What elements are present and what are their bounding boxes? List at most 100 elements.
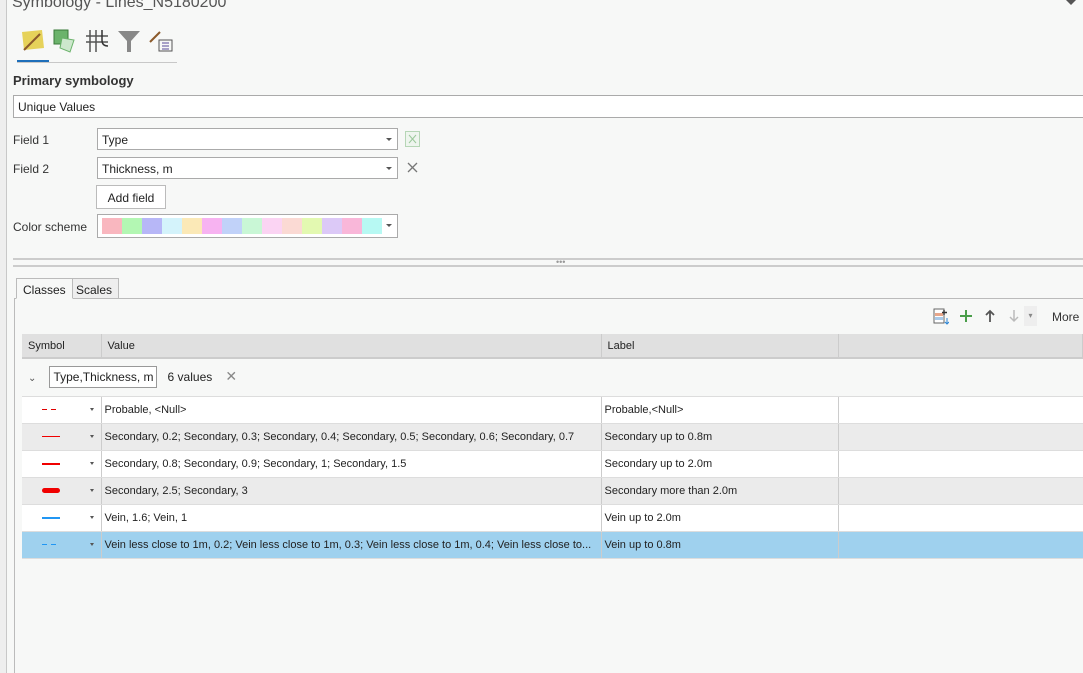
empty-cell xyxy=(838,477,1083,505)
symbol-cell[interactable] xyxy=(22,531,102,559)
table-row[interactable]: Probable, <Null> Probable,<Null> xyxy=(22,396,1083,424)
line-symbol-icon xyxy=(42,409,60,410)
field1-label: Field 1 xyxy=(13,133,50,147)
color-swatch xyxy=(102,218,122,234)
color-swatch xyxy=(362,218,382,234)
chevron-down-icon[interactable] xyxy=(90,488,94,492)
splitter[interactable] xyxy=(13,258,1083,260)
color-swatch xyxy=(122,218,142,234)
line-symbol-icon xyxy=(42,516,60,519)
empty-cell xyxy=(838,423,1083,451)
color-swatch xyxy=(282,218,302,234)
table-row[interactable]: Vein, 1.6; Vein, 1 Vein up to 2.0m xyxy=(22,504,1083,532)
empty-cell xyxy=(838,396,1083,424)
pane-title: Symbology - Lines_N5180200 xyxy=(12,0,227,11)
field2-label: Field 2 xyxy=(13,162,50,176)
group-value-count: 6 values xyxy=(167,370,213,385)
value-cell[interactable]: Secondary, 0.2; Secondary, 0.3; Secondar… xyxy=(101,423,602,451)
primary-symbology-icon[interactable] xyxy=(20,28,46,54)
value-cell[interactable]: Vein less close to 1m, 0.2; Vein less cl… xyxy=(101,531,602,559)
color-swatch xyxy=(302,218,322,234)
move-up-icon[interactable] xyxy=(984,309,996,323)
classes-table: Symbol Value Label ⌄ Type,Thickness, m 6… xyxy=(22,334,1083,559)
color-swatch xyxy=(322,218,342,234)
field1-value: Type xyxy=(102,133,129,147)
column-header-value[interactable]: Value xyxy=(101,334,602,359)
field1-dropdown[interactable]: Type xyxy=(97,128,398,150)
splitter-grip-icon[interactable]: ••• xyxy=(556,258,565,267)
chevron-down-icon[interactable] xyxy=(90,542,94,546)
add-class-icon[interactable] xyxy=(959,309,973,323)
symbol-cell[interactable] xyxy=(22,504,102,532)
label-cell[interactable]: Probable,<Null> xyxy=(601,396,839,424)
symbol-cell[interactable] xyxy=(22,450,102,478)
label-cell[interactable]: Secondary up to 0.8m xyxy=(601,423,839,451)
column-header-symbol[interactable]: Symbol xyxy=(22,334,102,359)
collapse-chevron-icon[interactable]: ⌄ xyxy=(28,373,36,384)
label-cell[interactable]: Secondary more than 2.0m xyxy=(601,477,839,505)
symbol-cell[interactable] xyxy=(22,423,102,451)
label-cell[interactable]: Secondary up to 2.0m xyxy=(601,450,839,478)
color-swatch xyxy=(262,218,282,234)
column-header-empty xyxy=(838,334,1083,359)
chevron-down-icon[interactable] xyxy=(90,515,94,519)
color-scheme-dropdown[interactable] xyxy=(97,214,398,238)
color-swatch xyxy=(162,218,182,234)
color-swatch xyxy=(222,218,242,234)
primary-symbology-heading: Primary symbology xyxy=(13,73,134,88)
color-ramp xyxy=(102,218,382,237)
table-row[interactable]: Secondary, 0.8; Secondary, 0.9; Secondar… xyxy=(22,450,1083,478)
value-cell[interactable]: Vein, 1.6; Vein, 1 xyxy=(101,504,602,532)
empty-cell xyxy=(838,450,1083,478)
symbol-cell[interactable] xyxy=(22,477,102,505)
field2-value: Thickness, m xyxy=(102,162,173,176)
pane-options-icon[interactable] xyxy=(1066,0,1076,5)
tab-classes[interactable]: Classes xyxy=(16,278,73,299)
group-row: ⌄ Type,Thickness, m 6 values ✕ xyxy=(22,358,1083,397)
table-row[interactable]: Secondary, 0.2; Secondary, 0.3; Secondar… xyxy=(22,423,1083,451)
line-symbol-icon xyxy=(42,488,60,493)
color-swatch xyxy=(142,218,162,234)
tab-scales[interactable]: Scales xyxy=(69,278,120,299)
label-classes-icon[interactable] xyxy=(148,28,174,54)
column-header-label[interactable]: Label xyxy=(601,334,839,359)
move-down-icon[interactable] xyxy=(1008,309,1020,323)
table-row[interactable]: Vein less close to 1m, 0.2; Vein less cl… xyxy=(22,531,1083,559)
empty-cell xyxy=(838,504,1083,532)
expression-icon[interactable] xyxy=(405,131,420,147)
chevron-down-icon xyxy=(386,224,392,227)
color-swatch xyxy=(342,218,362,234)
remove-field-icon[interactable] xyxy=(407,162,418,173)
empty-cell xyxy=(838,531,1083,559)
symbol-layer-drawing-icon[interactable] xyxy=(84,28,110,54)
chevron-down-icon[interactable] xyxy=(90,461,94,465)
line-symbol-icon xyxy=(42,544,60,545)
vary-symbology-icon[interactable] xyxy=(52,28,78,54)
group-field-box[interactable]: Type,Thickness, m xyxy=(49,366,158,389)
value-cell[interactable]: Secondary, 2.5; Secondary, 3 xyxy=(101,477,602,505)
field2-dropdown[interactable]: Thickness, m xyxy=(97,157,398,179)
pane-edge xyxy=(0,0,7,673)
remove-group-icon[interactable]: ✕ xyxy=(225,368,237,384)
chevron-down-icon[interactable] xyxy=(90,407,94,411)
label-cell[interactable]: Vein up to 2.0m xyxy=(601,504,839,532)
color-swatch xyxy=(242,218,262,234)
add-field-button[interactable]: Add field xyxy=(96,185,166,209)
symbol-cell[interactable] xyxy=(22,396,102,424)
table-row[interactable]: Secondary, 2.5; Secondary, 3 Secondary m… xyxy=(22,477,1083,505)
more-button[interactable]: More xyxy=(1052,310,1079,324)
line-symbol-icon xyxy=(42,436,60,437)
color-scheme-label: Color scheme xyxy=(13,220,88,234)
symbology-method-dropdown[interactable]: Unique Values xyxy=(13,95,1083,118)
divider xyxy=(17,62,177,63)
value-cell[interactable]: Probable, <Null> xyxy=(101,396,602,424)
value-cell[interactable]: Secondary, 0.8; Secondary, 0.9; Secondar… xyxy=(101,450,602,478)
color-swatch xyxy=(202,218,222,234)
symbol-filter-icon[interactable] xyxy=(116,28,142,54)
color-swatch xyxy=(182,218,202,234)
label-cell[interactable]: Vein up to 0.8m xyxy=(601,531,839,559)
chevron-down-icon xyxy=(386,167,392,170)
add-all-values-icon[interactable] xyxy=(933,308,949,326)
more-options-chevron-icon[interactable]: ▾ xyxy=(1024,306,1037,326)
chevron-down-icon[interactable] xyxy=(90,434,94,438)
